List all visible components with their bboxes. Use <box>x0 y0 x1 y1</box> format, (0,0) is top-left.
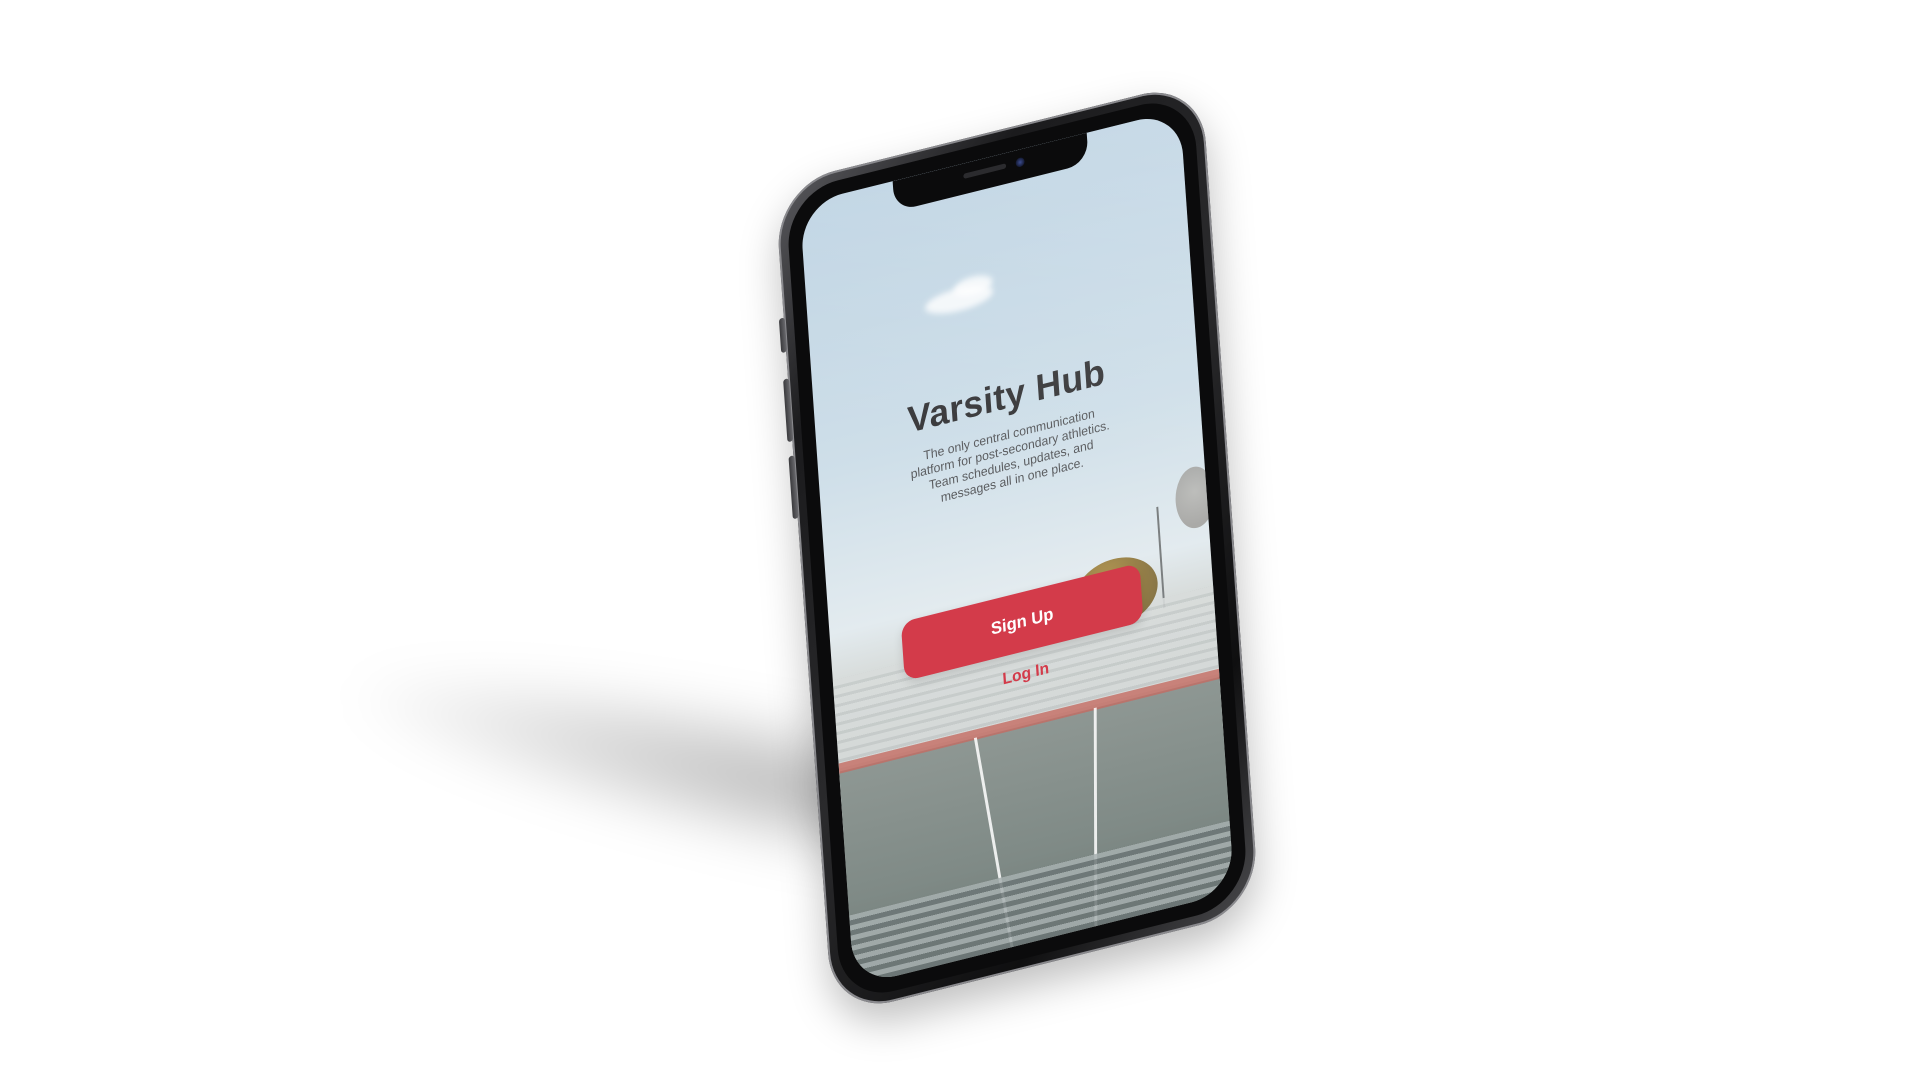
speaker-grille <box>963 163 1007 179</box>
sign-up-button[interactable]: Sign Up <box>900 562 1144 682</box>
front-camera-icon <box>1015 156 1025 168</box>
mockup-stage: Varsity Hub The only central communicati… <box>0 0 1920 1080</box>
phone-device: Varsity Hub The only central communicati… <box>774 79 1260 1017</box>
phone-screen: Varsity Hub The only central communicati… <box>799 109 1235 987</box>
welcome-content: Varsity Hub The only central communicati… <box>815 327 1203 535</box>
